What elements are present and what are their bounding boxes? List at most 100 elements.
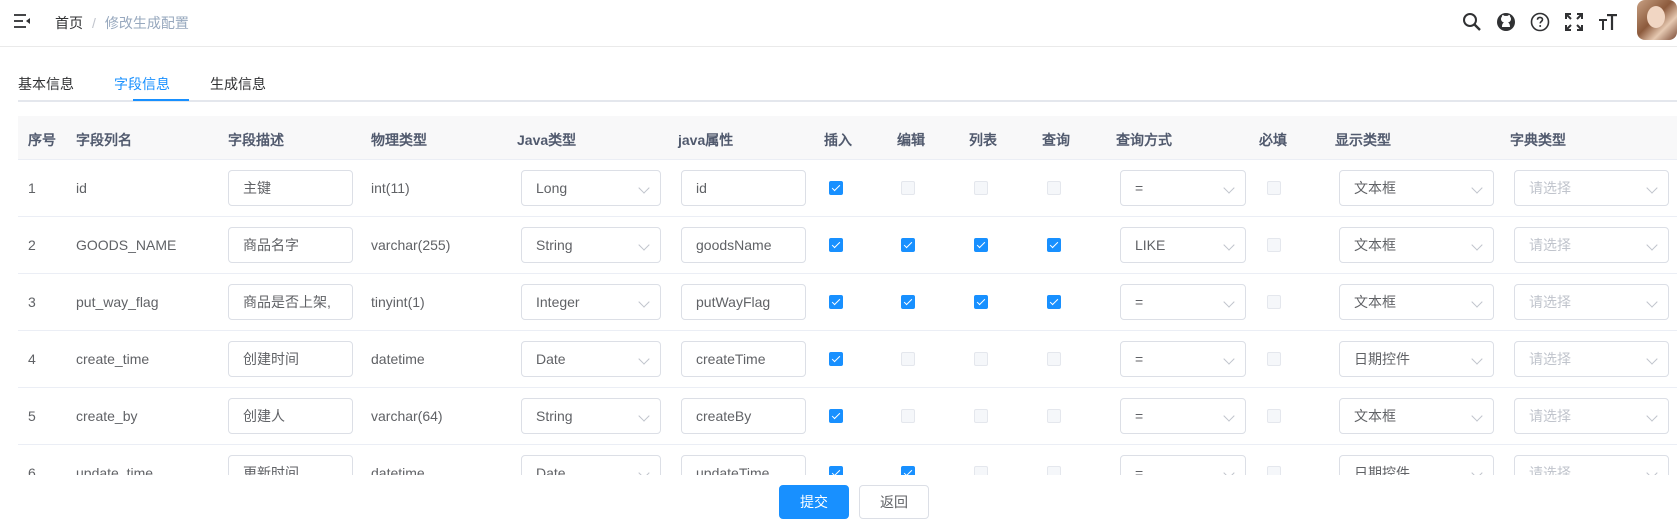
- java-field-input[interactable]: putWayFlag: [681, 284, 806, 320]
- breadcrumb-home[interactable]: 首页: [55, 13, 83, 33]
- column-name: create_by: [76, 408, 138, 424]
- dict-type-select[interactable]: 请选择: [1514, 170, 1669, 206]
- hamburger-menu-icon[interactable]: [13, 12, 31, 30]
- html-type-select-value: 文本框: [1354, 294, 1396, 310]
- edit-checkbox[interactable]: [901, 409, 915, 423]
- search-icon[interactable]: [1455, 10, 1489, 34]
- th-required: 必填: [1259, 132, 1287, 148]
- edit-checkbox[interactable]: [901, 181, 915, 195]
- java-type-select[interactable]: String: [521, 398, 661, 434]
- table-row: 1 id 主键 int(11) Long id = 文本框 请选择: [18, 160, 1677, 217]
- java-field-input[interactable]: updateTime: [681, 455, 806, 475]
- query-type-select[interactable]: =: [1120, 398, 1246, 434]
- insert-checkbox[interactable]: [829, 181, 843, 195]
- insert-checkbox[interactable]: [829, 238, 843, 252]
- field-table[interactable]: 序号 字段列名 字段描述 物理类型 Java类型 java属性 插入 编辑 列表 查询 查询方式 必填…: [18, 116, 1677, 475]
- required-checkbox[interactable]: [1267, 181, 1281, 195]
- java-field-input[interactable]: createTime: [681, 341, 806, 377]
- field-desc-input[interactable]: 主键: [228, 170, 353, 206]
- query-checkbox[interactable]: [1047, 295, 1061, 309]
- html-type-select[interactable]: 日期控件: [1339, 341, 1494, 377]
- dict-type-select[interactable]: 请选择: [1514, 284, 1669, 320]
- dict-type-select[interactable]: 请选择: [1514, 455, 1669, 475]
- dict-type-select[interactable]: 请选择: [1514, 227, 1669, 263]
- field-desc-input[interactable]: 商品是否上架,: [228, 284, 353, 320]
- chevron-down-icon: [1223, 239, 1235, 251]
- insert-checkbox[interactable]: [829, 295, 843, 309]
- query-checkbox[interactable]: [1047, 409, 1061, 423]
- query-type-select[interactable]: =: [1120, 341, 1246, 377]
- tab-generate-info[interactable]: 生成信息: [210, 74, 266, 94]
- required-checkbox[interactable]: [1267, 409, 1281, 423]
- dict-type-select[interactable]: 请选择: [1514, 398, 1669, 434]
- java-type-select[interactable]: String: [521, 227, 661, 263]
- chevron-down-icon: [1646, 353, 1658, 365]
- back-button[interactable]: 返回: [859, 485, 929, 519]
- insert-checkbox[interactable]: [829, 409, 843, 423]
- java-field-input[interactable]: id: [681, 170, 806, 206]
- edit-checkbox[interactable]: [901, 238, 915, 252]
- chevron-down-icon: [1223, 353, 1235, 365]
- required-checkbox[interactable]: [1267, 238, 1281, 252]
- query-type-select[interactable]: =: [1120, 284, 1246, 320]
- edit-checkbox[interactable]: [901, 295, 915, 309]
- dict-type-select[interactable]: 请选择: [1514, 341, 1669, 377]
- font-size-icon[interactable]: [1591, 10, 1625, 34]
- th-desc: 字段描述: [228, 132, 284, 148]
- html-type-select[interactable]: 文本框: [1339, 284, 1494, 320]
- java-type-select[interactable]: Integer: [521, 284, 661, 320]
- html-type-select[interactable]: 文本框: [1339, 170, 1494, 206]
- row-number: 5: [28, 408, 36, 424]
- list-checkbox[interactable]: [974, 466, 988, 475]
- physical-type: datetime: [371, 465, 425, 475]
- html-type-select[interactable]: 文本框: [1339, 398, 1494, 434]
- avatar[interactable]: [1637, 0, 1677, 40]
- insert-checkbox[interactable]: [829, 352, 843, 366]
- required-checkbox[interactable]: [1267, 352, 1281, 366]
- list-checkbox[interactable]: [974, 295, 988, 309]
- java-type-select[interactable]: Date: [521, 455, 661, 475]
- field-desc-input[interactable]: 创建时间: [228, 341, 353, 377]
- th-java-field: java属性: [678, 132, 734, 148]
- query-checkbox[interactable]: [1047, 181, 1061, 195]
- th-phys: 物理类型: [371, 132, 427, 148]
- edit-checkbox[interactable]: [901, 466, 915, 475]
- list-checkbox[interactable]: [974, 238, 988, 252]
- required-checkbox[interactable]: [1267, 466, 1281, 475]
- right-menu: [1455, 10, 1625, 34]
- query-checkbox[interactable]: [1047, 238, 1061, 252]
- html-type-select[interactable]: 文本框: [1339, 227, 1494, 263]
- java-field-input[interactable]: createBy: [681, 398, 806, 434]
- query-checkbox[interactable]: [1047, 466, 1061, 475]
- query-type-select-value: =: [1135, 351, 1144, 367]
- query-type-select[interactable]: LIKE: [1120, 227, 1246, 263]
- list-checkbox[interactable]: [974, 352, 988, 366]
- tab-basic-info[interactable]: 基本信息: [18, 74, 74, 94]
- tab-field-info[interactable]: 字段信息: [114, 74, 170, 94]
- java-type-select[interactable]: Long: [521, 170, 661, 206]
- edit-checkbox[interactable]: [901, 352, 915, 366]
- fullscreen-icon[interactable]: [1557, 10, 1591, 34]
- required-checkbox[interactable]: [1267, 295, 1281, 309]
- list-checkbox[interactable]: [974, 409, 988, 423]
- list-checkbox[interactable]: [974, 181, 988, 195]
- submit-button[interactable]: 提交: [779, 485, 849, 519]
- field-desc-input[interactable]: 创建人: [228, 398, 353, 434]
- query-type-select[interactable]: =: [1120, 170, 1246, 206]
- row-number: 3: [28, 294, 36, 310]
- java-type-select-value: Integer: [536, 294, 580, 310]
- active-tab-indicator: [133, 99, 189, 101]
- html-type-select[interactable]: 日期控件: [1339, 455, 1494, 475]
- java-field-input[interactable]: goodsName: [681, 227, 806, 263]
- chevron-down-icon: [1223, 296, 1235, 308]
- question-icon[interactable]: [1523, 10, 1557, 34]
- field-desc-input[interactable]: 更新时间: [228, 455, 353, 475]
- query-type-select[interactable]: =: [1120, 455, 1246, 475]
- field-desc-input[interactable]: 商品名字: [228, 227, 353, 263]
- query-checkbox[interactable]: [1047, 352, 1061, 366]
- insert-checkbox[interactable]: [829, 466, 843, 475]
- tab-bar: 基本信息 字段信息 生成信息: [18, 60, 1677, 102]
- chevron-down-icon: [1471, 353, 1483, 365]
- github-icon[interactable]: [1489, 10, 1523, 34]
- java-type-select[interactable]: Date: [521, 341, 661, 377]
